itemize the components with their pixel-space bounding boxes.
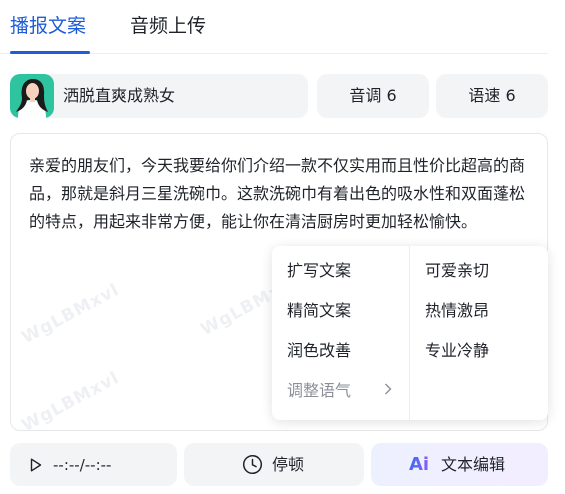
menu-item-polish[interactable]: 润色改善 — [287, 339, 351, 363]
voice-settings-row: 洒脱直爽成熟女 音调 6 语速 6 — [10, 74, 548, 118]
ai-rewrite-menu: 扩写文案 精简文案 润色改善 调整语气 可爱亲切 热情激昂 专业冷静 — [272, 246, 548, 420]
tone-button[interactable]: 音调 6 — [317, 74, 429, 118]
chevron-right-icon — [384, 383, 392, 399]
play-icon — [30, 457, 42, 472]
tab-bar: 播报文案 音频上传 — [0, 0, 548, 54]
voice-selector[interactable]: 洒脱直爽成熟女 — [10, 74, 308, 118]
active-tab-indicator — [10, 51, 90, 54]
tone-option-cute[interactable]: 可爱亲切 — [425, 259, 489, 283]
play-button[interactable]: --:--/--:-- — [10, 443, 177, 486]
ai-icon: Ai — [409, 454, 430, 475]
woman-avatar-icon — [10, 74, 54, 118]
voice-name: 洒脱直爽成熟女 — [63, 86, 176, 105]
text-edit-label: 文本编辑 — [441, 455, 506, 474]
menu-item-expand[interactable]: 扩写文案 — [287, 259, 351, 283]
text-edit-button[interactable]: Ai 文本编辑 — [371, 443, 548, 486]
clock-icon — [242, 454, 263, 475]
tone-option-professional[interactable]: 专业冷静 — [425, 339, 489, 363]
speed-button[interactable]: 语速 6 — [436, 74, 548, 118]
playback-time: --:--/--:-- — [53, 456, 112, 474]
tab-broadcast-script[interactable]: 播报文案 — [10, 13, 86, 39]
tone-option-passionate[interactable]: 热情激昂 — [425, 299, 489, 323]
menu-item-adjust-tone[interactable]: 调整语气 — [287, 379, 351, 403]
rewrite-options: 扩写文案 精简文案 润色改善 调整语气 — [272, 246, 410, 420]
tab-audio-upload[interactable]: 音频上传 — [130, 13, 206, 39]
script-text[interactable]: 亲爱的朋友们，今天我要给你们介绍一款不仅实用而且性价比超高的商品，那就是斜月三星… — [29, 152, 529, 236]
watermark: WgLBMxvl — [18, 367, 123, 431]
pause-insert-button[interactable]: 停顿 — [184, 443, 364, 486]
watermark: WgLBMxvl — [18, 279, 123, 349]
menu-item-condense[interactable]: 精简文案 — [287, 299, 351, 323]
pause-label: 停顿 — [272, 455, 305, 474]
